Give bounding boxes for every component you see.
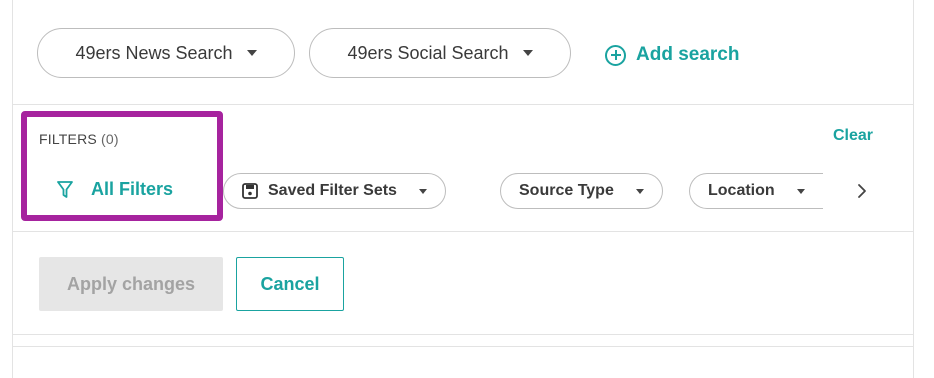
filter-chip-saved-filter-sets[interactable]: Saved Filter Sets	[223, 173, 446, 209]
filters-section: FILTERS (0) Clear All Filters Saved Filt…	[13, 105, 913, 232]
highlight-box	[21, 111, 223, 221]
actions-row: Apply changes Cancel	[13, 232, 913, 335]
plus-circle-icon	[605, 44, 626, 66]
cancel-button[interactable]: Cancel	[236, 257, 344, 311]
search-dropdown-social[interactable]: 49ers Social Search	[309, 28, 571, 78]
filter-panel: 49ers News Search 49ers Social Search Ad…	[12, 0, 914, 378]
chip-overflow-clip: Location	[689, 165, 837, 219]
add-search-label: Add search	[636, 44, 740, 65]
caret-down-icon	[246, 50, 257, 56]
apply-changes-button[interactable]: Apply changes	[39, 257, 223, 311]
caret-down-icon	[796, 188, 805, 194]
add-search-button[interactable]: Add search	[605, 40, 739, 70]
search-dropdown-news[interactable]: 49ers News Search	[37, 28, 295, 78]
search-dropdown-label: 49ers Social Search	[347, 42, 509, 63]
filter-chip-label: Source Type	[519, 182, 614, 199]
filter-chip-label: Location	[708, 182, 775, 199]
clear-filters-link[interactable]: Clear	[833, 127, 873, 145]
save-icon	[242, 183, 258, 199]
caret-down-icon	[418, 188, 427, 194]
caret-down-icon	[522, 50, 533, 56]
filter-chip-source-type[interactable]: Source Type	[500, 173, 663, 209]
divider	[13, 346, 913, 347]
filter-chip-location[interactable]: Location	[689, 173, 823, 209]
search-dropdown-label: 49ers News Search	[75, 42, 233, 63]
caret-down-icon	[635, 188, 644, 194]
chevron-right-icon[interactable]	[857, 183, 867, 199]
search-selector-row: 49ers News Search 49ers Social Search Ad…	[13, 0, 913, 105]
filter-chip-label: Saved Filter Sets	[268, 182, 397, 199]
